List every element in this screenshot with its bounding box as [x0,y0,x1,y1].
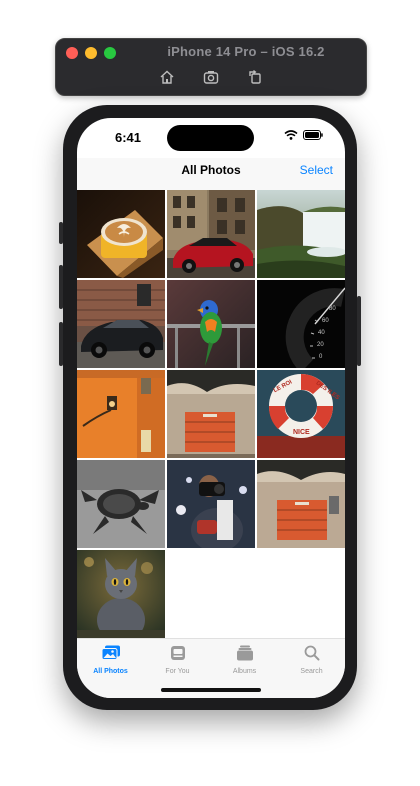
photo-life-ring[interactable]: LE ROI DES ILES NICE [257,370,345,458]
simulator-title: iPhone 14 Pro – iOS 16.2 [167,44,325,59]
zoom-window-button[interactable] [104,47,116,59]
status-time: 6:41 [115,130,142,145]
battery-icon [303,130,323,140]
tab-albums[interactable]: Albums [211,645,278,675]
albums-icon [236,645,253,661]
lifering-text-bottom: NICE [293,429,310,436]
wifi-icon [284,130,298,140]
tab-albums-label: Albums [232,668,257,675]
photo-speedometer[interactable]: 80 60 40 20 0 [257,280,345,368]
rotate-icon[interactable] [247,69,263,85]
tab-for-you[interactable]: For You [144,645,211,675]
simulator-toolbar: iPhone 14 Pro – iOS 16.2 [55,38,367,96]
speedo-tick-20: 20 [317,342,324,348]
photo-red-door[interactable] [167,370,255,458]
speedo-tick-40: 40 [318,330,325,336]
navigation-bar: All Photos Select [77,158,345,190]
photo-parrot[interactable] [167,280,255,368]
search-icon [304,645,319,661]
select-button[interactable]: Select [300,163,333,177]
photo-red-sports-car[interactable] [167,190,255,278]
tab-all-photos-label: All Photos [93,668,128,675]
photo-orange-wall-lamp[interactable] [77,370,165,458]
dynamic-island [167,125,254,151]
tab-bar: All Photos For You Albums Search [77,638,345,698]
home-icon[interactable] [159,69,175,85]
photo-grid: 80 60 40 20 0 LE ROI DES ILES NICE [77,190,345,638]
photo-turtle[interactable] [77,460,165,548]
home-indicator[interactable] [161,688,261,692]
screenshot-icon[interactable] [203,69,219,85]
status-bar: 6:41 [77,118,345,158]
photo-waterfall[interactable] [257,190,345,278]
photos-icon [101,645,120,660]
photo-latte-art[interactable] [77,190,165,278]
volume-up-button[interactable] [59,265,63,309]
photo-photographer[interactable] [167,460,255,548]
close-window-button[interactable] [66,47,78,59]
for-you-icon [170,646,185,660]
photo-red-door-2[interactable] [257,460,345,548]
action-button[interactable] [59,222,63,244]
tab-search[interactable]: Search [278,645,345,675]
tab-all-photos[interactable]: All Photos [77,645,144,675]
tab-for-you-label: For You [165,668,190,675]
speedo-tick-60: 60 [322,318,329,324]
power-button[interactable] [357,296,361,366]
speedo-tick-80: 80 [329,306,336,312]
photo-gray-cat[interactable] [77,550,165,638]
tab-search-label: Search [300,668,323,675]
phone-screen: 6:41 All Photos Select 80 60 40 20 0 LE … [77,118,345,698]
photo-black-car[interactable] [77,280,165,368]
minimize-window-button[interactable] [85,47,97,59]
volume-down-button[interactable] [59,322,63,366]
